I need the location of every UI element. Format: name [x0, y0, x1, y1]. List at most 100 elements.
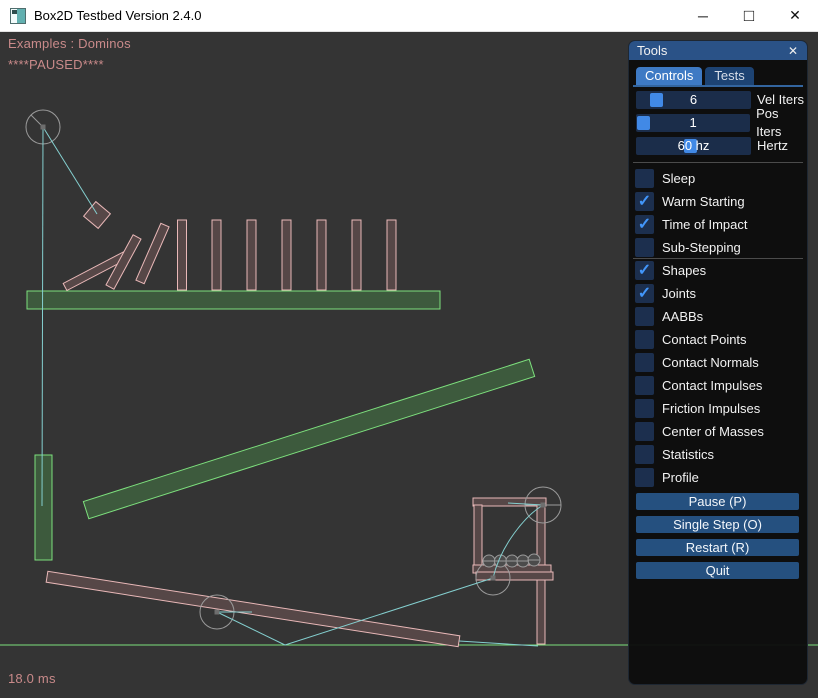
tools-titlebar[interactable]: Tools ✕ — [629, 41, 807, 60]
separator — [633, 162, 803, 163]
domino-5[interactable] — [317, 220, 326, 290]
restart-r-button[interactable]: Restart (R) — [636, 539, 799, 556]
checkbox-box[interactable]: ✓ — [635, 284, 654, 303]
hanging-box[interactable] — [84, 202, 111, 229]
frame-time-label: 18.0 ms — [8, 671, 56, 686]
checkbox-label: Friction Impulses — [662, 401, 760, 416]
checkbox-box[interactable] — [635, 376, 654, 395]
checkbox-box[interactable] — [635, 307, 654, 326]
joint-anchor — [41, 125, 46, 130]
checkbox-label: Joints — [662, 286, 696, 301]
domino-1[interactable] — [178, 220, 187, 290]
checkbox-shapes[interactable]: ✓ Shapes — [635, 261, 764, 280]
checkbox-group-draw: ✓ Shapes ✓ Joints AABBs Contact Points Contact… — [635, 261, 764, 491]
domino-4[interactable] — [282, 220, 291, 290]
tab-underline — [633, 85, 803, 87]
checkbox-label: Warm Starting — [662, 194, 745, 209]
joint-line — [43, 127, 97, 214]
tab-controls[interactable]: Controls — [636, 67, 702, 85]
pos-iters-slider-track[interactable]: 1 — [636, 114, 750, 132]
checkbox-time-of-impact[interactable]: ✓ Time of Impact — [635, 215, 747, 234]
app-icon — [10, 8, 26, 24]
separator — [633, 258, 803, 259]
quit-button[interactable]: Quit — [636, 562, 799, 579]
checkbox-aabbs[interactable]: AABBs — [635, 307, 764, 326]
checkbox-label: Sub-Stepping — [662, 240, 741, 255]
fallen-domino-3[interactable] — [136, 223, 169, 283]
tools-close-icon[interactable]: ✕ — [785, 44, 801, 58]
checkbox-box[interactable] — [635, 169, 654, 188]
checkbox-box[interactable]: ✓ — [635, 215, 654, 234]
checkbox-warm-starting[interactable]: ✓ Warm Starting — [635, 192, 747, 211]
checkbox-joints[interactable]: ✓ Joints — [635, 284, 764, 303]
checkbox-box[interactable] — [635, 468, 654, 487]
domino-7[interactable] — [387, 220, 396, 290]
example-label: Examples : Dominos — [8, 36, 131, 51]
checkbox-label: Contact Points — [662, 332, 747, 347]
check-icon: ✓ — [638, 192, 651, 211]
checkbox-label: Time of Impact — [662, 217, 747, 232]
slider-value: 6 — [636, 91, 751, 109]
checkbox-box[interactable] — [635, 330, 654, 349]
minimize-button[interactable]: ─ — [680, 0, 726, 32]
checkbox-center-of-masses[interactable]: Center of Masses — [635, 422, 764, 441]
tab-tests[interactable]: Tests — [705, 67, 753, 85]
checkbox-statistics[interactable]: Statistics — [635, 445, 764, 464]
checkbox-box[interactable] — [635, 399, 654, 418]
frame-left-post[interactable] — [474, 505, 482, 567]
slider-label: Pos Iters — [756, 105, 807, 141]
dominos-platform — [27, 291, 440, 309]
checkbox-label: Sleep — [662, 171, 695, 186]
checkbox-label: Profile — [662, 470, 699, 485]
hertz-slider: 60 hz Hertz — [636, 137, 807, 155]
single-step-o-button[interactable]: Single Step (O) — [636, 516, 799, 533]
tools-title: Tools — [637, 43, 667, 58]
check-icon: ✓ — [638, 215, 651, 234]
checkbox-sleep[interactable]: Sleep — [635, 169, 747, 188]
domino-6[interactable] — [352, 220, 361, 290]
checkbox-contact-normals[interactable]: Contact Normals — [635, 353, 764, 372]
checkbox-sub-stepping[interactable]: Sub-Stepping — [635, 238, 747, 257]
checkbox-box[interactable] — [635, 445, 654, 464]
check-icon: ✓ — [638, 261, 651, 280]
ramp — [83, 359, 534, 518]
slider-value: 60 hz — [636, 137, 751, 155]
checkbox-profile[interactable]: Profile — [635, 468, 764, 487]
slider-value: 1 — [636, 114, 750, 132]
checkbox-label: Center of Masses — [662, 424, 764, 439]
checkbox-label: AABBs — [662, 309, 703, 324]
domino-2[interactable] — [212, 220, 221, 290]
vel-iters-slider-track[interactable]: 6 — [636, 91, 751, 109]
checkbox-label: Shapes — [662, 263, 706, 278]
checkbox-box[interactable] — [635, 238, 654, 257]
slider-label: Hertz — [757, 137, 788, 155]
checkbox-box[interactable]: ✓ — [635, 192, 654, 211]
tab-bar: ControlsTests — [636, 67, 754, 85]
checkbox-contact-points[interactable]: Contact Points — [635, 330, 764, 349]
pause-p-button[interactable]: Pause (P) — [636, 493, 799, 510]
joint-anchor — [491, 576, 496, 581]
window-title: Box2D Testbed Version 2.4.0 — [34, 8, 201, 23]
joint-line — [42, 127, 43, 506]
frame-shelf-lower[interactable] — [476, 572, 553, 580]
checkbox-group-solver: Sleep ✓ Warm Starting ✓ Time of Impact Sub-St… — [635, 169, 747, 261]
checkbox-label: Contact Normals — [662, 355, 759, 370]
checkbox-label: Contact Impulses — [662, 378, 762, 393]
joint-anchor — [541, 503, 546, 508]
hertz-slider-track[interactable]: 60 hz — [636, 137, 751, 155]
tools-panel: Tools ✕ ControlsTests 6Vel Iters1Pos Ite… — [628, 40, 808, 685]
action-buttons: Pause (P) Single Step (O) Restart (R) Quit — [636, 493, 799, 585]
checkbox-box[interactable] — [635, 422, 654, 441]
paused-label: ****PAUSED**** — [8, 57, 104, 72]
vertical-green-post — [35, 455, 52, 560]
checkbox-friction-impulses[interactable]: Friction Impulses — [635, 399, 764, 418]
checkbox-box[interactable] — [635, 353, 654, 372]
maximize-button[interactable]: □ — [726, 0, 772, 32]
close-button[interactable]: ✕ — [772, 0, 818, 32]
checkbox-box[interactable]: ✓ — [635, 261, 654, 280]
checkbox-contact-impulses[interactable]: Contact Impulses — [635, 376, 764, 395]
checkbox-label: Statistics — [662, 447, 714, 462]
joint-anchor — [215, 610, 220, 615]
window-caption-buttons: ─ □ ✕ — [680, 0, 818, 32]
domino-3[interactable] — [247, 220, 256, 290]
